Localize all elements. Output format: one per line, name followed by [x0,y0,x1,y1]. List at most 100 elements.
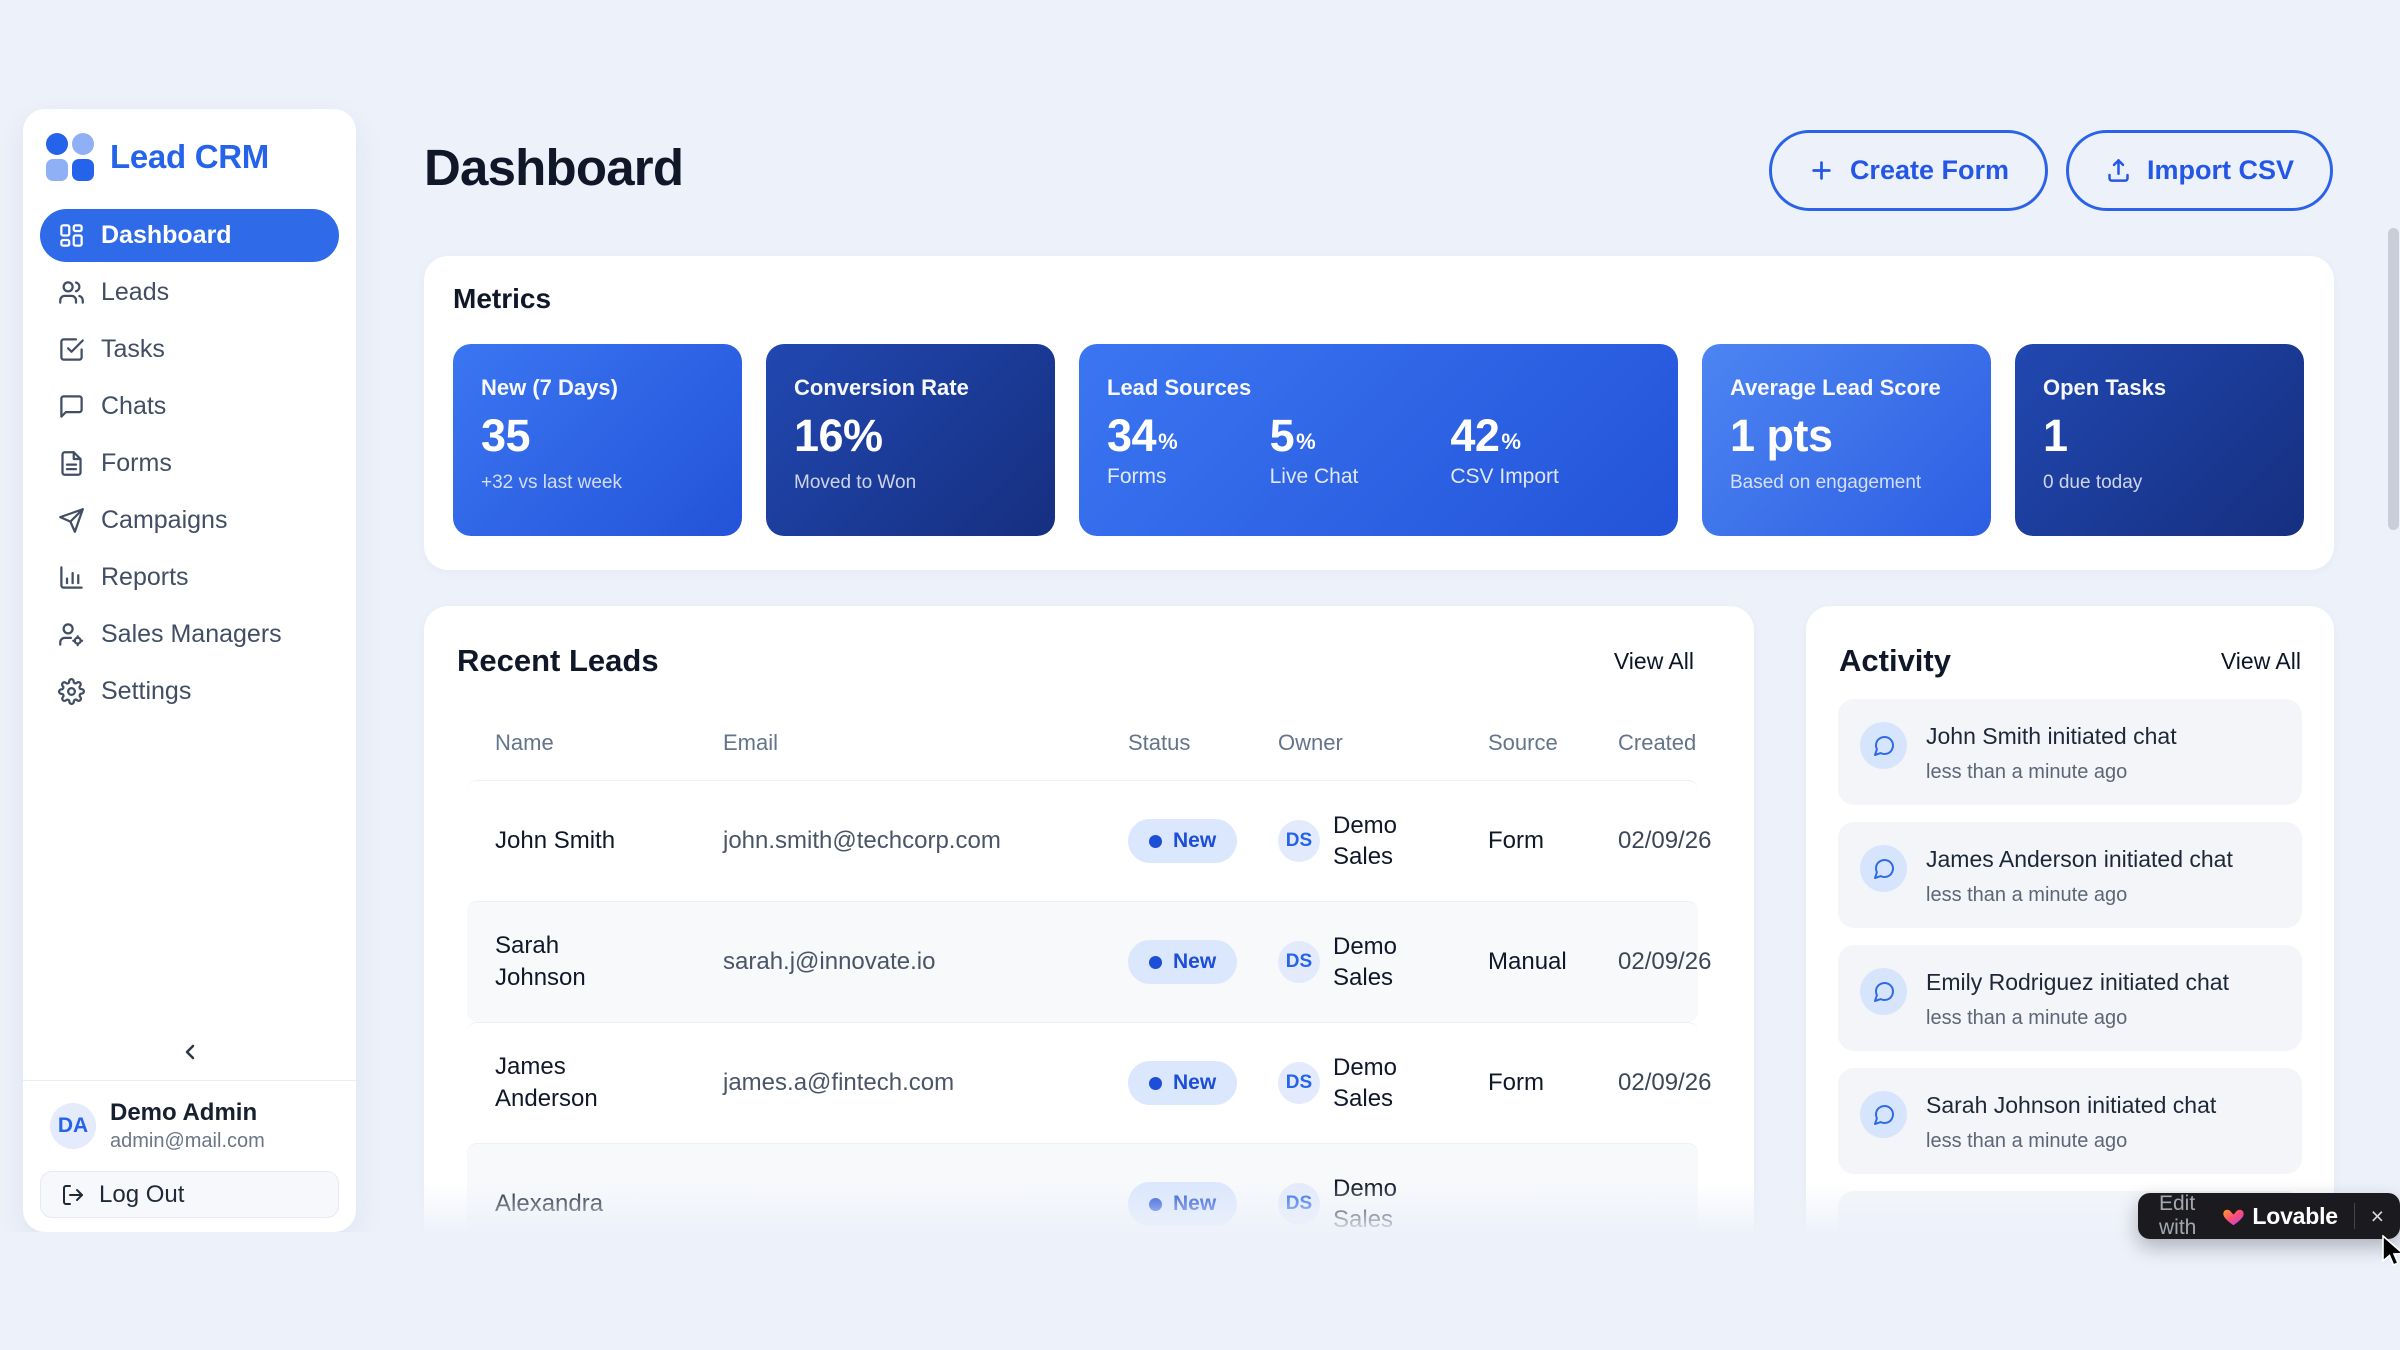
vertical-scrollbar-thumb[interactable] [2388,228,2399,530]
lovable-edit-badge[interactable]: Edit with Lovable × [2138,1193,2400,1239]
activity-item-time: less than a minute ago [1926,1007,2229,1030]
leads-table-header: Name Email Status Owner Source Created [467,706,1698,780]
activity-view-all-link[interactable]: View All [2221,648,2301,675]
sidebar-nav: Dashboard Leads Tasks Chats [40,209,339,722]
activity-item-title: Sarah Johnson initiated chat [1926,1092,2216,1119]
logout-button[interactable]: Log Out [40,1171,339,1218]
close-icon[interactable]: × [2355,1193,2400,1239]
dashboard-grid-icon [58,222,85,249]
import-csv-label: Import CSV [2147,155,2294,186]
status-badge: New [1128,1182,1237,1226]
logout-label: Log Out [99,1181,184,1209]
lead-name: Sarah Johnson [495,930,650,993]
column-header-name: Name [495,730,723,756]
lovable-brand-label: Lovable [2252,1203,2338,1230]
table-row[interactable]: James Anderson james.a@fintech.com New D… [467,1022,1698,1143]
stat-value-row: 42 % [1450,410,1559,462]
metric-caption: +32 vs last week [481,472,714,494]
table-row[interactable]: Sarah Johnson sarah.j@innovate.io New DS… [467,901,1698,1022]
lead-name-cell: Sarah Johnson [495,930,723,993]
activity-item[interactable]: John Smith initiated chat less than a mi… [1838,699,2302,805]
sidebar-item-campaigns[interactable]: Campaigns [40,494,339,547]
sidebar-item-label: Reports [101,563,189,592]
lead-name: John Smith [495,825,615,857]
table-row[interactable]: John Smith john.smith@techcorp.com New D… [467,780,1698,901]
sidebar-item-label: Chats [101,392,166,421]
sidebar-item-leads[interactable]: Leads [40,266,339,319]
activity-content: Emily Rodriguez initiated chat less than… [1926,965,2229,1030]
lead-source: Form [1488,1069,1618,1097]
owner-name: Demo Sales [1333,1173,1428,1232]
activity-item-time: less than a minute ago [1926,1130,2216,1153]
sidebar-item-settings[interactable]: Settings [40,665,339,718]
activity-item[interactable]: Sarah Johnson initiated chat less than a… [1838,1068,2302,1174]
user-info: Demo Admin admin@mail.com [110,1099,265,1153]
sidebar-item-forms[interactable]: Forms [40,437,339,490]
status-badge: New [1128,940,1237,984]
column-header-status: Status [1128,730,1278,756]
message-square-icon [58,393,85,420]
lead-created: 02/09/26 [1618,827,1711,855]
chevron-left-icon [178,1040,202,1064]
metric-card-new-7-days: New (7 Days) 35 +32 vs last week [453,344,742,536]
metric-card-open-tasks: Open Tasks 1 0 due today [2015,344,2304,536]
lead-owner-cell: DS Demo Sales [1278,1173,1488,1232]
sidebar-item-label: Campaigns [101,506,227,535]
create-form-button[interactable]: Create Form [1769,130,2048,211]
lead-name: James Anderson [495,1051,650,1114]
lovable-badge-prefix: Edit with [2159,1192,2212,1240]
import-csv-button[interactable]: Import CSV [2066,130,2333,211]
recent-leads-view-all-link[interactable]: View All [1614,648,1694,675]
sidebar-item-reports[interactable]: Reports [40,551,339,604]
sidebar: Lead CRM Dashboard Leads Tasks [23,109,356,1232]
metric-value: 1 pts [1730,410,1963,462]
lead-email: sarah.j@innovate.io [723,948,1128,976]
status-label: New [1173,1071,1216,1095]
lead-owner-cell: DS Demo Sales [1278,931,1488,993]
activity-item[interactable]: Emily Rodriguez initiated chat less than… [1838,945,2302,1051]
sidebar-collapse-button[interactable] [178,1040,202,1064]
create-form-label: Create Form [1850,155,2009,186]
stat-value: 34 [1107,410,1156,462]
mouse-cursor [2381,1235,2400,1274]
header-actions: Create Form Import CSV [1769,130,2333,211]
sidebar-item-tasks[interactable]: Tasks [40,323,339,376]
column-header-created: Created [1618,730,1698,756]
metric-caption: Based on engagement [1730,472,1963,494]
sidebar-item-chats[interactable]: Chats [40,380,339,433]
metric-title: New (7 Days) [481,375,714,401]
chat-bubble-icon [1860,845,1907,892]
table-row[interactable]: Alexandra New DS Demo Sales [467,1143,1698,1232]
sidebar-item-sales-managers[interactable]: Sales Managers [40,608,339,661]
owner-name: Demo Sales [1333,1052,1428,1114]
sidebar-item-dashboard[interactable]: Dashboard [40,209,339,262]
lead-crm-logo-icon [46,133,94,181]
lead-source-stats: 34 % Forms 5 % Live Chat [1107,410,1650,489]
metric-card-average-lead-score: Average Lead Score 1 pts Based on engage… [1702,344,1991,536]
activity-item-title: James Anderson initiated chat [1926,846,2233,873]
stat-unit: % [1296,429,1316,455]
metrics-section: Metrics New (7 Days) 35 +32 vs last week… [424,256,2334,570]
brand: Lead CRM [40,133,339,181]
lead-status-cell: New [1128,1061,1278,1105]
page-title: Dashboard [424,138,683,197]
metric-value: 1 [2043,410,2276,462]
user-gear-icon [58,621,85,648]
activity-item-time: less than a minute ago [1926,884,2233,907]
user-name: Demo Admin [110,1099,265,1127]
send-icon [58,507,85,534]
lovable-heart-icon [2222,1205,2245,1228]
activity-item[interactable]: James Anderson initiated chat less than … [1838,822,2302,928]
lead-name-cell: Alexandra [495,1188,723,1220]
stat-label: Forms [1107,465,1178,489]
stat-value: 42 [1450,410,1499,462]
stat-value-row: 34 % [1107,410,1178,462]
lead-source: Form [1488,827,1618,855]
lead-owner-cell: DS Demo Sales [1278,810,1488,872]
crm-dashboard-screen: { "page": { "title": "Dashboard" }, "col… [0,0,2400,1350]
stat-value: 5 [1270,410,1295,462]
column-header-source: Source [1488,730,1618,756]
stat-label: Live Chat [1270,465,1359,489]
app-viewport: Lead CRM Dashboard Leads Tasks [0,0,2400,1232]
status-label: New [1173,829,1216,853]
